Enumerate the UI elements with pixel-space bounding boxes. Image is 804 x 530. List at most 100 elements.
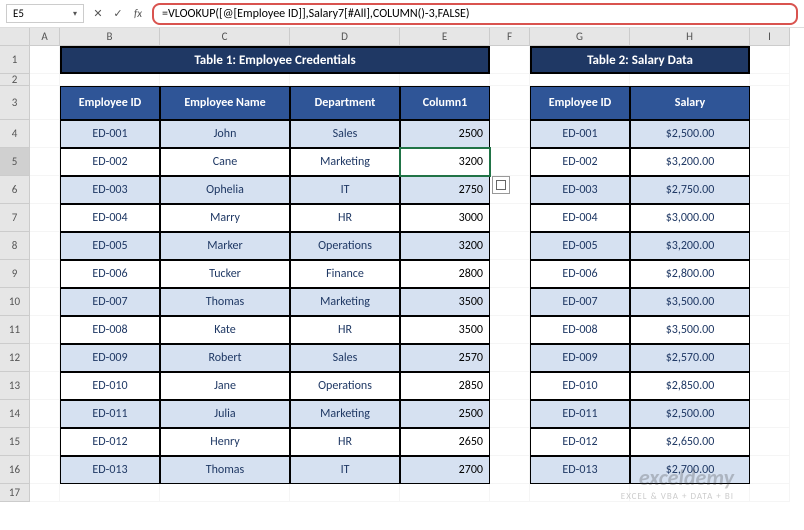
table-row[interactable]: HR [290, 428, 400, 456]
row-header-2[interactable]: 2 [0, 74, 30, 86]
cell-r17[interactable] [750, 484, 790, 502]
col-header-C[interactable]: C [160, 28, 290, 46]
table-row[interactable]: $3,500.00 [630, 288, 750, 316]
col-header-I[interactable]: I [750, 28, 790, 46]
row-header-5[interactable]: 5 [0, 148, 30, 176]
cell-r17[interactable] [630, 484, 750, 502]
cell-I9[interactable] [750, 260, 790, 288]
table-row[interactable]: Robert [160, 344, 290, 372]
cell-A6[interactable] [30, 176, 60, 204]
cell-I3[interactable] [750, 86, 790, 120]
table-row[interactable]: Marker [160, 232, 290, 260]
table-row[interactable]: ED-009 [530, 344, 630, 372]
cell-r2[interactable] [60, 74, 160, 86]
cell-F13[interactable] [490, 372, 530, 400]
table-row[interactable]: Sales [290, 120, 400, 148]
cell-r2[interactable] [160, 74, 290, 86]
cell-r2[interactable] [530, 74, 630, 86]
table-row[interactable]: Julia [160, 400, 290, 428]
table-row[interactable]: ED-008 [530, 316, 630, 344]
row-header-9[interactable]: 9 [0, 260, 30, 288]
cell-F7[interactable] [490, 204, 530, 232]
table-row[interactable]: IT [290, 176, 400, 204]
cell-r2[interactable] [400, 74, 490, 86]
table-row[interactable]: ED-013 [530, 456, 630, 484]
cell-r17[interactable] [490, 484, 530, 502]
cell-F9[interactable] [490, 260, 530, 288]
cell-A3[interactable] [30, 86, 60, 120]
table-row[interactable]: ED-011 [530, 400, 630, 428]
table-row[interactable]: Operations [290, 232, 400, 260]
table-row[interactable]: ED-002 [530, 148, 630, 176]
table-row[interactable]: ED-002 [60, 148, 160, 176]
col-header-H[interactable]: H [630, 28, 750, 46]
table-row[interactable]: Cane [160, 148, 290, 176]
row-header-4[interactable]: 4 [0, 120, 30, 148]
col-header-G[interactable]: G [530, 28, 630, 46]
table-row[interactable]: ED-009 [60, 344, 160, 372]
table-row[interactable]: ED-001 [530, 120, 630, 148]
enter-icon[interactable]: ✓ [110, 6, 126, 22]
table-row[interactable]: 3500 [400, 288, 490, 316]
table-row[interactable]: ED-010 [60, 372, 160, 400]
cell-I1[interactable] [750, 46, 790, 74]
table-row[interactable]: John [160, 120, 290, 148]
row-header-14[interactable]: 14 [0, 400, 30, 428]
table1-header-3[interactable]: Column1 [400, 86, 490, 120]
table-row[interactable]: 2800 [400, 260, 490, 288]
cell-I11[interactable] [750, 316, 790, 344]
cell-r17[interactable] [400, 484, 490, 502]
table-row[interactable]: $2,750.00 [630, 176, 750, 204]
cell-I10[interactable] [750, 288, 790, 316]
cell-r2[interactable] [750, 74, 790, 86]
row-header-11[interactable]: 11 [0, 316, 30, 344]
table-row[interactable]: ED-003 [530, 176, 630, 204]
cell-r17[interactable] [60, 484, 160, 502]
table-row[interactable]: $3,500.00 [630, 316, 750, 344]
table-row[interactable]: $2,700.00 [630, 456, 750, 484]
cell-F5[interactable] [490, 148, 530, 176]
fx-icon[interactable]: fx [130, 6, 146, 22]
cell-I16[interactable] [750, 456, 790, 484]
table-row[interactable]: ED-012 [530, 428, 630, 456]
cell-A10[interactable] [30, 288, 60, 316]
table-row[interactable]: $2,850.00 [630, 372, 750, 400]
cell-I13[interactable] [750, 372, 790, 400]
table-row[interactable]: ED-012 [60, 428, 160, 456]
cell-r2[interactable] [30, 74, 60, 86]
cell-A8[interactable] [30, 232, 60, 260]
table-row[interactable]: ED-001 [60, 120, 160, 148]
table-row[interactable]: Ophelia [160, 176, 290, 204]
cell-F3[interactable] [490, 86, 530, 120]
row-header-17[interactable]: 17 [0, 484, 30, 502]
table-row[interactable]: 3200 [400, 232, 490, 260]
cell-r17[interactable] [160, 484, 290, 502]
table-row[interactable]: 2750 [400, 176, 490, 204]
table-row[interactable]: Jane [160, 372, 290, 400]
table-row[interactable]: Marketing [290, 400, 400, 428]
table-row[interactable]: $2,800.00 [630, 260, 750, 288]
cell-F15[interactable] [490, 428, 530, 456]
cell-F14[interactable] [490, 400, 530, 428]
table-row[interactable]: $2,650.00 [630, 428, 750, 456]
cell-A13[interactable] [30, 372, 60, 400]
autofill-options-icon[interactable] [492, 176, 510, 194]
table-row[interactable]: HR [290, 316, 400, 344]
cell-A15[interactable] [30, 428, 60, 456]
table-row[interactable]: ED-011 [60, 400, 160, 428]
cell-A14[interactable] [30, 400, 60, 428]
table-row[interactable]: ED-004 [60, 204, 160, 232]
table-row[interactable]: Thomas [160, 456, 290, 484]
col-header-B[interactable]: B [60, 28, 160, 46]
table-row[interactable]: IT [290, 456, 400, 484]
cell-r17[interactable] [530, 484, 630, 502]
cell-r17[interactable] [30, 484, 60, 502]
table-row[interactable]: Finance [290, 260, 400, 288]
row-header-12[interactable]: 12 [0, 344, 30, 372]
table-row[interactable]: Marketing [290, 148, 400, 176]
cell-F10[interactable] [490, 288, 530, 316]
cell-I7[interactable] [750, 204, 790, 232]
table-row[interactable]: Tucker [160, 260, 290, 288]
table-row[interactable]: Marry [160, 204, 290, 232]
row-header-15[interactable]: 15 [0, 428, 30, 456]
